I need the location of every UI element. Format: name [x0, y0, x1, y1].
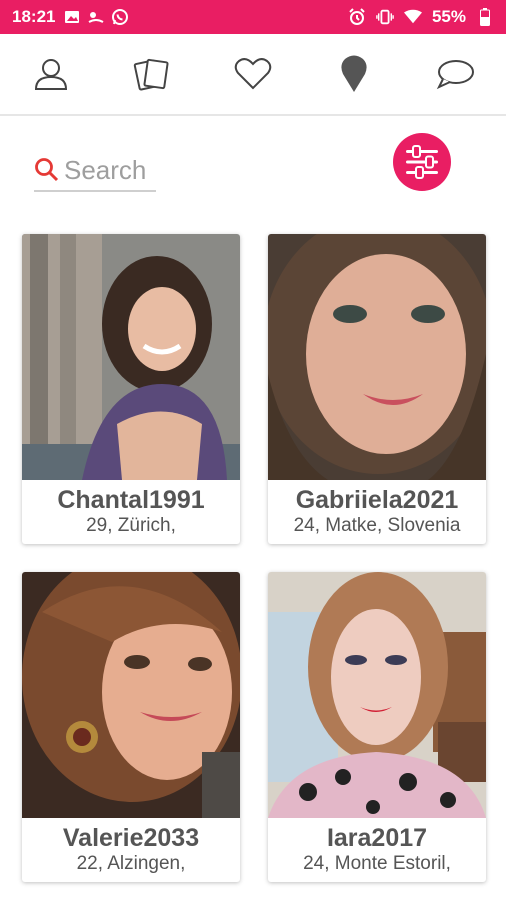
- status-time: 18:21: [12, 7, 56, 26]
- search-field[interactable]: [34, 150, 156, 192]
- top-nav: [0, 34, 506, 116]
- alarm-icon: [348, 8, 366, 26]
- location-pin-icon: [341, 55, 367, 92]
- image-icon: [63, 8, 81, 26]
- nav-chat-button[interactable]: [425, 44, 485, 104]
- search-icon: [35, 158, 59, 182]
- profile-card[interactable]: Valerie2033 22, Alzingen,: [22, 572, 240, 882]
- profile-photo: [22, 572, 240, 818]
- profile-photo: [22, 234, 240, 480]
- filter-sliders-icon: [406, 145, 438, 179]
- profile-location: 24, Matke, Slovenia: [293, 515, 461, 536]
- cards-icon: [133, 58, 169, 91]
- vibrate-icon: [376, 8, 394, 26]
- weather-icon: [87, 8, 105, 26]
- profile-card[interactable]: Iara2017 24, Monte Estoril,: [268, 572, 486, 882]
- profile-card[interactable]: Gabriiela2021 24, Matke, Slovenia: [268, 234, 486, 544]
- nav-profile-button[interactable]: [21, 44, 81, 104]
- profile-photo: [268, 234, 486, 480]
- search-row: [0, 128, 506, 208]
- wifi-icon: [403, 8, 422, 26]
- filter-button[interactable]: [393, 133, 451, 191]
- profile-location: 24, Monte Estoril,: [303, 853, 451, 874]
- profile-icon: [34, 59, 67, 90]
- chat-icon: [437, 60, 475, 90]
- profile-name: Gabriiela2021: [295, 486, 459, 514]
- battery-icon: [476, 8, 494, 26]
- profile-name: Valerie2033: [62, 824, 200, 852]
- profile-name: Chantal1991: [57, 486, 205, 514]
- whatsapp-icon: [111, 8, 129, 26]
- profile-info: Chantal1991 29, Zürich,: [22, 480, 240, 544]
- profile-photo: [268, 572, 486, 818]
- profile-name: Iara2017: [326, 824, 428, 852]
- profile-location: 22, Alzingen,: [76, 853, 186, 874]
- profile-location: 29, Zürich,: [86, 515, 176, 536]
- profile-info: Iara2017 24, Monte Estoril,: [268, 818, 486, 882]
- battery-percent: 55%: [431, 7, 466, 26]
- heart-icon: [234, 58, 272, 90]
- search-input[interactable]: [64, 154, 154, 186]
- status-bar: 18:21 55%: [0, 0, 506, 34]
- profile-info: Valerie2033 22, Alzingen,: [22, 818, 240, 882]
- nav-cards-button[interactable]: [122, 44, 182, 104]
- profile-info: Gabriiela2021 24, Matke, Slovenia: [268, 480, 486, 544]
- nav-nearby-button[interactable]: [324, 44, 384, 104]
- nav-likes-button[interactable]: [223, 44, 283, 104]
- profile-card[interactable]: Chantal1991 29, Zürich,: [22, 234, 240, 544]
